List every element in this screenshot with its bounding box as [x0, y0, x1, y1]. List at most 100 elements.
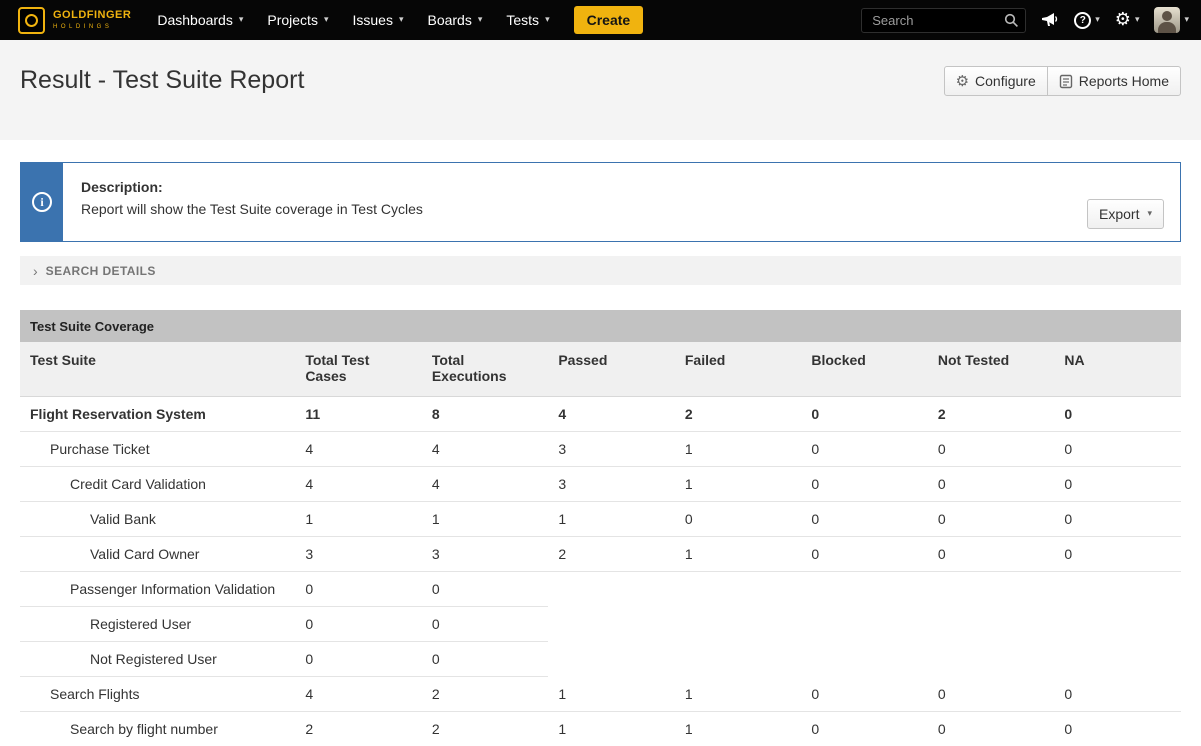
table-row: Not Registered User00 [20, 642, 1181, 677]
value-cell: 0 [1054, 712, 1181, 746]
user-menu-button[interactable]: ▾ [1154, 7, 1189, 33]
reports-home-button[interactable]: Reports Home [1047, 66, 1181, 96]
value-cell: 1 [548, 712, 675, 746]
value-cell: 1 [548, 502, 675, 537]
test-suite-name-cell: Passenger Information Validation [20, 572, 295, 607]
value-cell: 1 [675, 432, 802, 467]
value-cell: 0 [801, 677, 928, 712]
value-cell [548, 572, 675, 607]
help-menu-button[interactable]: ? ▾ [1074, 12, 1100, 29]
value-cell: 1 [548, 677, 675, 712]
search-details-toggle[interactable]: › SEARCH DETAILS [20, 256, 1181, 285]
info-stripe: i [21, 163, 63, 241]
page-header: Result - Test Suite Report ⚙ Configure R… [0, 40, 1201, 140]
chevron-down-icon: ▾ [324, 15, 329, 25]
column-header: Total Executions [422, 342, 549, 397]
description-text: Report will show the Test Suite coverage… [81, 201, 423, 217]
app-logo[interactable]: GOLDFINGER HOLDINGS [18, 7, 131, 34]
value-cell: 2 [422, 677, 549, 712]
column-header: Total Test Cases [295, 342, 422, 397]
coverage-table: Test SuiteTotal Test CasesTotal Executio… [20, 342, 1181, 746]
value-cell: 1 [675, 677, 802, 712]
value-cell: 0 [422, 607, 549, 642]
announcements-button[interactable] [1041, 12, 1059, 28]
value-cell [1054, 572, 1181, 607]
nav-menu-tests[interactable]: Tests▾ [494, 0, 561, 40]
value-cell: 0 [295, 607, 422, 642]
search-input[interactable] [861, 8, 1026, 33]
value-cell: 0 [801, 537, 928, 572]
chevron-down-icon: ▾ [1135, 15, 1140, 25]
value-cell [928, 607, 1055, 642]
value-cell [928, 572, 1055, 607]
column-header: Passed [548, 342, 675, 397]
coverage-table-body: Flight Reservation System11842020Purchas… [20, 397, 1181, 746]
chevron-down-icon: ▾ [1147, 209, 1152, 219]
logo-subtitle: HOLDINGS [53, 24, 131, 30]
report-icon [1059, 74, 1073, 89]
value-cell: 3 [295, 537, 422, 572]
value-cell: 0 [801, 432, 928, 467]
table-row: Purchase Ticket4431000 [20, 432, 1181, 467]
chevron-down-icon: ▾ [478, 15, 483, 25]
table-row: Search by flight number2211000 [20, 712, 1181, 746]
coverage-table-header-row: Test SuiteTotal Test CasesTotal Executio… [20, 342, 1181, 397]
value-cell: 0 [295, 642, 422, 677]
value-cell: 0 [1054, 537, 1181, 572]
chevron-down-icon: ▾ [239, 15, 244, 25]
value-cell: 2 [928, 397, 1055, 432]
value-cell [675, 642, 802, 677]
value-cell: 0 [1054, 677, 1181, 712]
value-cell: 0 [801, 502, 928, 537]
nav-menu-boards[interactable]: Boards▾ [415, 0, 494, 40]
column-header: Test Suite [20, 342, 295, 397]
value-cell: 0 [928, 467, 1055, 502]
column-header: NA [1054, 342, 1181, 397]
value-cell: 0 [422, 572, 549, 607]
test-suite-name-cell: Search by flight number [20, 712, 295, 746]
logo-title: GOLDFINGER [53, 10, 131, 21]
value-cell: 0 [675, 502, 802, 537]
section-title-bar: Test Suite Coverage [20, 310, 1181, 342]
header-buttons: ⚙ Configure Reports Home [944, 66, 1181, 96]
value-cell [548, 607, 675, 642]
description-label: Description: [81, 179, 423, 195]
table-row: Credit Card Validation4431000 [20, 467, 1181, 502]
column-header: Failed [675, 342, 802, 397]
test-suite-name-cell: Credit Card Validation [20, 467, 295, 502]
page-title: Result - Test Suite Report [20, 66, 304, 95]
top-nav: GOLDFINGER HOLDINGS Dashboards▾Projects▾… [0, 0, 1201, 40]
table-row: Valid Card Owner3321000 [20, 537, 1181, 572]
gear-icon: ⚙ [956, 74, 969, 89]
description-panel: i Description: Report will show the Test… [20, 162, 1181, 242]
value-cell [801, 572, 928, 607]
value-cell: 1 [675, 537, 802, 572]
test-suite-name-cell: Valid Bank [20, 502, 295, 537]
create-button[interactable]: Create [574, 6, 644, 34]
value-cell: 0 [1054, 502, 1181, 537]
test-suite-name-cell: Search Flights [20, 677, 295, 712]
nav-menu-projects[interactable]: Projects▾ [255, 0, 340, 40]
value-cell: 0 [422, 642, 549, 677]
export-button[interactable]: Export ▾ [1087, 199, 1164, 229]
table-row: Passenger Information Validation00 [20, 572, 1181, 607]
nav-menu-issues[interactable]: Issues▾ [340, 0, 415, 40]
column-header: Not Tested [928, 342, 1055, 397]
value-cell: 8 [422, 397, 549, 432]
table-row: Valid Bank1110000 [20, 502, 1181, 537]
chevron-down-icon: ▾ [1184, 15, 1189, 25]
nav-menus: Dashboards▾Projects▾Issues▾Boards▾Tests▾ [145, 0, 561, 40]
nav-menu-dashboards[interactable]: Dashboards▾ [145, 0, 255, 40]
value-cell: 1 [675, 467, 802, 502]
search-icon[interactable] [1004, 13, 1019, 28]
configure-button[interactable]: ⚙ Configure [944, 66, 1048, 96]
value-cell: 0 [1054, 432, 1181, 467]
value-cell [1054, 642, 1181, 677]
admin-menu-button[interactable]: ⚙ ▾ [1115, 11, 1140, 29]
value-cell: 0 [801, 397, 928, 432]
value-cell: 0 [1054, 467, 1181, 502]
value-cell: 1 [675, 712, 802, 746]
chevron-right-icon: › [33, 264, 38, 278]
value-cell [801, 642, 928, 677]
value-cell: 0 [801, 467, 928, 502]
